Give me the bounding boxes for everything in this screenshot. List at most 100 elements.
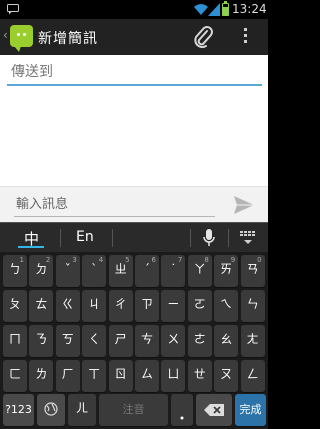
key-label: ㄝ: [193, 367, 206, 381]
message-field[interactable]: [14, 193, 215, 217]
backspace-key[interactable]: [196, 394, 232, 426]
key[interactable]: ˇ3: [55, 255, 80, 287]
battery-icon: [222, 1, 229, 16]
space-key[interactable]: 注音: [99, 394, 168, 426]
recipient-field[interactable]: [7, 60, 262, 86]
key[interactable]: ㄌ: [29, 360, 54, 392]
key-hint: 9: [230, 256, 236, 264]
key-label: ㄜ: [193, 332, 206, 346]
recipient-input[interactable]: [7, 60, 262, 84]
key-hint: 6: [151, 256, 156, 264]
punctuation-key[interactable]: [171, 394, 193, 426]
keyboard: 中 En ㄅ 1 ㄉ 2 ˇ 3 ˋ 4 ㄓ 5 ˊ 6 ˙ 7 ㄚ 8 ㄞ 9 ㄢ 0 ㄆㄊㄍㄐㄔㄗㄧㄛㄟㄣㄇㄋㄎㄑㄕ…: [0, 222, 268, 429]
key[interactable]: ㄎ: [55, 325, 80, 357]
key[interactable]: ㄒ: [82, 360, 107, 392]
key[interactable]: ㄓ5: [108, 255, 133, 287]
language-key[interactable]: [37, 394, 65, 426]
key-hint: 5: [125, 256, 130, 264]
key-label: ㄋ: [35, 332, 48, 346]
microphone-icon[interactable]: [203, 229, 215, 247]
key-label: ㄠ: [220, 332, 233, 346]
key[interactable]: ㄠ: [214, 325, 239, 357]
key[interactable]: ㄞ9: [214, 255, 239, 287]
key[interactable]: ㄋ: [29, 325, 54, 357]
key[interactable]: ㄍ: [55, 290, 80, 322]
key[interactable]: ㄣ: [240, 290, 265, 322]
active-mode-indicator: [18, 246, 44, 248]
backspace-icon: [204, 404, 224, 416]
key[interactable]: ㄨ: [161, 325, 186, 357]
key-label: ㄎ: [61, 332, 74, 346]
hide-keyboard-icon[interactable]: [239, 230, 257, 246]
keyboard-toolbar: 中 En: [0, 222, 268, 252]
status-bar: 13:24: [0, 0, 268, 19]
toolbar-divider: [60, 229, 61, 247]
key[interactable]: ㄝ: [187, 360, 212, 392]
key-label: ˙: [170, 262, 177, 276]
key[interactable]: ㄗ: [135, 290, 159, 322]
key[interactable]: ㄏ: [55, 360, 80, 392]
key-label: ㄘ: [140, 332, 153, 346]
key-label: ㄐ: [88, 297, 101, 311]
key[interactable]: ㄔ: [108, 290, 133, 322]
er-key[interactable]: ㄦ: [68, 394, 96, 426]
key-label: ㄟ: [220, 297, 233, 311]
key[interactable]: ㄤ: [240, 325, 265, 357]
key[interactable]: ㄙ: [135, 360, 159, 392]
toolbar-divider: [190, 229, 191, 247]
key-hint: 2: [45, 256, 51, 264]
key[interactable]: ˋ4: [82, 255, 107, 287]
app-icon-eye: [17, 33, 20, 36]
send-icon[interactable]: [233, 195, 255, 215]
key-label: ㄤ: [246, 332, 259, 346]
key[interactable]: ㄘ: [135, 325, 159, 357]
page-title: 新增簡訊: [38, 31, 98, 47]
key[interactable]: ˙ 7: [161, 255, 186, 287]
mode-english-button[interactable]: En: [76, 229, 94, 245]
key[interactable]: ㄛ: [187, 290, 212, 322]
key-label: ˋ: [91, 262, 98, 276]
key[interactable]: ㄆ: [3, 290, 27, 322]
overflow-menu-icon[interactable]: [244, 28, 248, 46]
key-label: ㄏ: [61, 367, 74, 381]
key[interactable]: ˊ6: [135, 255, 159, 287]
messaging-app-icon[interactable]: [10, 25, 33, 52]
key[interactable]: ㄜ: [187, 325, 212, 357]
key[interactable]: ㄕ: [108, 325, 133, 357]
key-label: ㄒ: [88, 367, 101, 381]
key[interactable]: ㄥ: [240, 360, 265, 392]
key[interactable]: ㄑ: [82, 325, 107, 357]
key-label: ㄩ: [167, 367, 180, 381]
key[interactable]: ㄖ: [108, 360, 133, 392]
key-label: ㄚ: [193, 262, 206, 276]
key-label: ㄥ: [246, 367, 259, 381]
key[interactable]: ㄡ: [214, 360, 239, 392]
key[interactable]: ㄉ2: [29, 255, 54, 287]
key[interactable]: ㄊ: [29, 290, 54, 322]
symbols-key-label: ?123: [5, 403, 32, 416]
key-hint: 3: [72, 256, 77, 264]
done-key[interactable]: 完成: [235, 394, 266, 426]
space-key-label: 注音: [122, 403, 145, 416]
symbols-key[interactable]: ?123: [3, 394, 34, 426]
message-input[interactable]: [14, 193, 215, 216]
key[interactable]: ㄐ: [82, 290, 107, 322]
key-label: ㄣ: [246, 297, 259, 311]
key[interactable]: ㄟ: [214, 290, 239, 322]
key-hint: 4: [98, 256, 104, 264]
paperclip-icon[interactable]: [192, 25, 214, 49]
key[interactable]: ㄇ: [3, 325, 27, 357]
key-label: ㄇ: [8, 332, 21, 346]
key[interactable]: ㄅ1: [3, 255, 27, 287]
key[interactable]: ㄩ: [161, 360, 186, 392]
key[interactable]: ㄚ8: [187, 255, 212, 287]
key-hint: 8: [204, 256, 209, 264]
key[interactable]: ㄢ0: [240, 255, 265, 287]
key-label: ㄨ: [167, 332, 180, 346]
key-label: ㄛ: [193, 297, 206, 311]
key-label: ㄧ: [167, 297, 180, 311]
key-label: ㄙ: [140, 367, 153, 381]
key[interactable]: ㄧ: [161, 290, 186, 322]
up-caret-icon[interactable]: ‹: [3, 28, 8, 42]
key[interactable]: ㄈ: [3, 360, 27, 392]
